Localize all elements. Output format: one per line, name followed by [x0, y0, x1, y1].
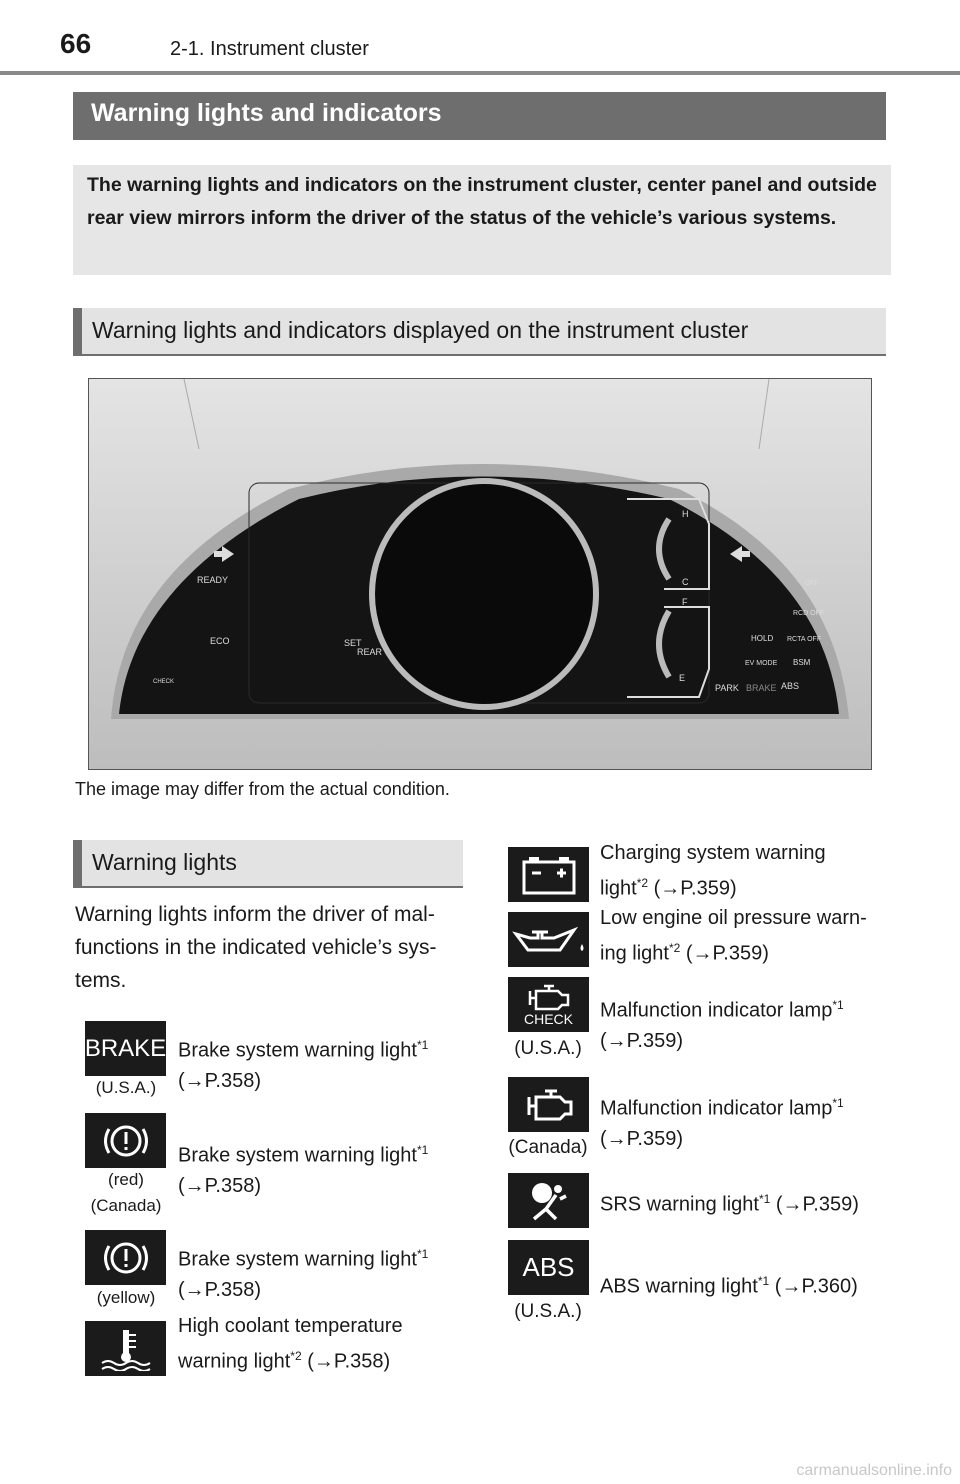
- region-label: (Canada): [508, 1137, 588, 1158]
- warning-lights-heading: Warning lights: [73, 840, 463, 888]
- icon-label: CHECK: [523, 1010, 573, 1027]
- footnote: *1: [758, 1192, 771, 1206]
- page-reference-link[interactable]: (→P.358): [178, 1070, 261, 1092]
- item-label: ABS warning light: [600, 1275, 758, 1298]
- list-item: ABS warning light*1 (→P.360): [600, 1266, 858, 1302]
- battery-icon: [508, 847, 589, 902]
- list-item: Malfunction indicator lamp*1 (→P.359): [600, 1088, 844, 1154]
- footnote: *1: [416, 1038, 429, 1052]
- cluster-label-off: OFF: [805, 580, 819, 587]
- item-label: Brake system warning light: [178, 1248, 417, 1271]
- page-reference-link[interactable]: (→P.359): [654, 878, 737, 900]
- list-item: Charging system warning light*2 (→P.359): [600, 838, 860, 904]
- image-caption: The image may differ from the actual con…: [75, 779, 450, 799]
- cluster-subheading: Warning lights and indicators displayed …: [73, 308, 886, 356]
- brake-circle-icon: [85, 1113, 166, 1168]
- cluster-label-rcta-off: RCTA OFF: [787, 636, 821, 643]
- icon-label: BRAKE: [84, 1034, 167, 1062]
- oil-can-icon: [508, 912, 589, 967]
- item-label: SRS warning light: [600, 1193, 759, 1216]
- cluster-label-rear: REAR: [357, 647, 383, 657]
- footnote: *1: [757, 1274, 770, 1288]
- footnote: *1: [832, 998, 844, 1012]
- footnote: *1: [416, 1247, 429, 1261]
- region-label: (red): [108, 1170, 144, 1189]
- page-reference-link[interactable]: (→P.358): [307, 1351, 390, 1373]
- list-item: SRS warning light*1 (→P.359): [600, 1184, 859, 1220]
- page-reference-link[interactable]: (→P.358): [178, 1175, 261, 1197]
- page-reference-link[interactable]: (→P.359): [600, 1128, 683, 1150]
- coolant-temperature-icon: [85, 1321, 166, 1376]
- cluster-label-rcd-off: RCD OFF: [793, 610, 824, 617]
- page-reference-link[interactable]: (→P.359): [776, 1194, 859, 1216]
- manual-page: 66 2-1. Instrument cluster Warning light…: [0, 0, 960, 1484]
- brake-text-icon: BRAKE: [85, 1021, 166, 1076]
- list-item: Brake system warning light*1 (→P.358): [178, 1030, 428, 1096]
- cluster-label-c: C: [682, 577, 689, 587]
- page-reference-link[interactable]: (→P.358): [178, 1279, 261, 1301]
- cluster-label-ev-mode: EV MODE: [745, 660, 778, 667]
- cluster-label-abs: ABS: [781, 681, 799, 691]
- footnote: *2: [636, 876, 649, 890]
- region-label: (U.S.A.): [514, 1038, 582, 1059]
- abs-text-icon: ABS: [508, 1240, 589, 1295]
- page-number: 66: [60, 28, 92, 59]
- list-item: Brake system warning light*1 (→P.358): [178, 1239, 428, 1305]
- list-item: Low engine oil pressure warn-ing light*2…: [600, 903, 875, 969]
- engine-check-icon: CHECK: [508, 977, 589, 1032]
- airbag-icon: [508, 1173, 589, 1228]
- cluster-label-bsm: BSM: [793, 658, 811, 667]
- footnote: *1: [416, 1143, 429, 1157]
- cluster-label-park: PARK: [715, 683, 739, 693]
- footnote: *2: [290, 1349, 302, 1363]
- list-item: Malfunction indicator lamp*1 (→P.359): [600, 990, 844, 1056]
- engine-icon: [508, 1077, 589, 1132]
- region-label: (yellow): [96, 1288, 156, 1307]
- watermark: carmanualsonline.info: [796, 1462, 952, 1479]
- region-label: (U.S.A.): [514, 1301, 582, 1322]
- cluster-label-brake: BRAKE: [746, 683, 777, 693]
- item-label: Brake system warning light: [178, 1144, 417, 1167]
- footnote: *1: [832, 1096, 844, 1110]
- region-label: (U.S.A.): [95, 1078, 157, 1097]
- warning-lights-intro: Warning lights inform the driver of mal-…: [75, 903, 437, 992]
- icon-label: ABS: [522, 1252, 575, 1282]
- cluster-label-hold: HOLD: [751, 634, 773, 643]
- cluster-label-check: CHECK: [153, 679, 174, 685]
- instrument-cluster-image: READY ECO SET REAR H C F E OFF RCD OFF H…: [88, 378, 872, 770]
- page-reference-link[interactable]: (→P.359): [686, 943, 769, 965]
- cluster-label-ready: READY: [197, 575, 228, 585]
- brake-circle-icon: [85, 1230, 166, 1285]
- item-label: Malfunction indicator lamp: [600, 1097, 833, 1120]
- page-reference-link[interactable]: (→P.360): [775, 1276, 858, 1298]
- region-label: (Canada): [90, 1196, 162, 1215]
- page-reference-link[interactable]: (→P.359): [600, 1030, 683, 1052]
- item-label: Brake system warning light: [178, 1039, 417, 1062]
- header-rule: [0, 71, 960, 75]
- cluster-label-e: E: [679, 673, 685, 683]
- section-title: 2-1. Instrument cluster: [170, 38, 369, 60]
- cluster-label-f: F: [682, 597, 688, 607]
- list-item: Brake system warning light*1 (→P.358): [178, 1135, 428, 1201]
- cluster-label-h: H: [682, 509, 689, 519]
- page-title: Warning lights and indicators: [73, 92, 886, 140]
- footnote: *2: [668, 941, 681, 955]
- cluster-label-eco: ECO: [210, 636, 230, 646]
- intro-text: The warning lights and indicators on the…: [73, 165, 891, 275]
- item-label: Malfunction indicator lamp: [600, 999, 833, 1022]
- list-item: High coolant temperature warning light*2…: [178, 1311, 438, 1377]
